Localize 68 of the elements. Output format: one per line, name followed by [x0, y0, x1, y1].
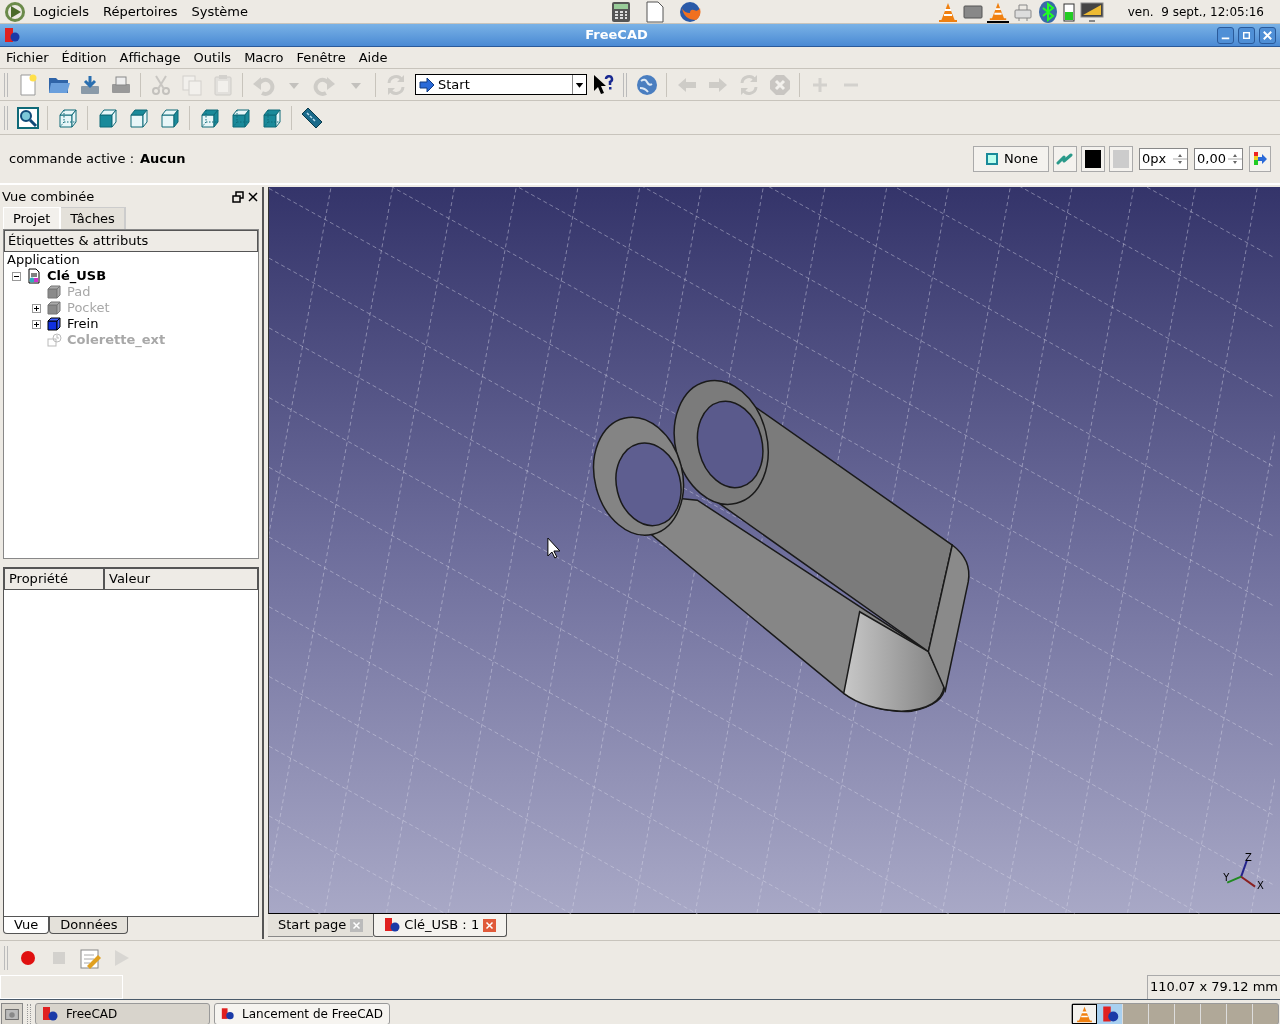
ruler-icon[interactable]	[299, 105, 324, 130]
menu-item[interactable]: Édition	[57, 47, 111, 68]
apply-style-button[interactable]	[1249, 146, 1271, 172]
close-icon[interactable]	[248, 192, 258, 202]
menu-item[interactable]: Affichage	[115, 47, 185, 68]
expand-icon[interactable]	[32, 319, 41, 329]
maximize-icon[interactable]	[1238, 26, 1255, 44]
square-outline-icon	[984, 151, 1001, 167]
monitor-icon[interactable]	[1078, 0, 1105, 23]
line-width-spinbox[interactable]: 0px	[1139, 148, 1188, 170]
panel-tab[interactable]: Vue	[3, 917, 50, 934]
column-header: Étiquettes & attributs	[4, 230, 258, 252]
close-icon[interactable]	[1259, 26, 1276, 44]
axis-label: X	[1257, 879, 1264, 891]
panel-menu[interactable]: Répertoires	[96, 1, 185, 22]
taskbar-button[interactable]: Lancement de FreeCAD	[214, 1002, 390, 1024]
document-icon	[27, 268, 41, 284]
bluetooth-icon[interactable]	[1036, 0, 1059, 24]
system-logo-icon[interactable]	[4, 0, 26, 23]
usb-key-model-drawing[interactable]	[592, 379, 970, 713]
fit-all-icon[interactable]	[15, 105, 40, 130]
panel-menu[interactable]: Logiciels	[26, 1, 96, 22]
axis-label: Y	[1223, 871, 1230, 883]
app-icon	[384, 917, 401, 933]
clock: ven. 9 sept., 12:05:16	[1127, 3, 1264, 21]
link-icon	[1056, 152, 1074, 166]
app-icon[interactable]	[4, 27, 20, 43]
caret-icon	[572, 75, 586, 94]
menu-item[interactable]: Macro	[240, 47, 288, 68]
minimize-icon[interactable]	[1217, 26, 1234, 44]
status-dimensions: 110.07 x 79.12 mm	[1146, 974, 1280, 999]
command-label: commande active :	[9, 150, 135, 169]
axis-label: Z	[1245, 851, 1252, 863]
window-title: FreeCAD	[584, 26, 649, 45]
traffic-cone-icon[interactable]	[1072, 1003, 1097, 1024]
column-header: Propriété	[4, 568, 104, 590]
workbench-dropdown[interactable]: Start	[415, 74, 587, 95]
panel-tab[interactable]: Données	[49, 917, 129, 934]
help-cursor-icon[interactable]	[591, 72, 615, 97]
globe-icon[interactable]	[634, 72, 659, 97]
color-bars-arrow-icon	[1252, 150, 1268, 168]
show-desktop-icon[interactable]	[1, 1002, 23, 1024]
column-header: Valeur	[104, 568, 258, 590]
firefox-icon[interactable]	[677, 0, 702, 24]
menu-item[interactable]: Aide	[354, 47, 392, 68]
arrow-icon	[419, 77, 435, 92]
3d-viewport[interactable]: Z Y X	[268, 187, 1280, 914]
menu-item[interactable]: Fichier	[2, 47, 53, 68]
draw-style-button[interactable]: None	[973, 146, 1049, 172]
panel-menu[interactable]: Système	[184, 1, 255, 22]
taskbar-button[interactable]: FreeCAD	[35, 1002, 210, 1024]
mouse-pointer-icon	[547, 537, 561, 559]
calculator-icon[interactable]	[609, 0, 632, 23]
float-icon[interactable]	[232, 191, 244, 203]
app-icon[interactable]	[1097, 1003, 1122, 1024]
app-icon	[221, 1005, 235, 1022]
menu-item[interactable]: Outils	[189, 47, 236, 68]
panel-title: Vue combinée	[2, 188, 96, 207]
command-value: Aucun	[140, 150, 186, 169]
panel-tab[interactable]: Tâches	[61, 207, 126, 229]
point-size-spinbox[interactable]: 0,00	[1194, 148, 1243, 170]
document-tab[interactable]: Clé_USB : 1	[373, 914, 508, 937]
menu-item[interactable]: Fenêtre	[292, 47, 350, 68]
app-icon	[42, 1005, 58, 1022]
expand-icon[interactable]	[32, 303, 41, 313]
collapse-icon[interactable]	[12, 271, 21, 281]
document-tab[interactable]: Start page	[268, 914, 374, 937]
panel-tab[interactable]: Projet	[3, 207, 62, 229]
